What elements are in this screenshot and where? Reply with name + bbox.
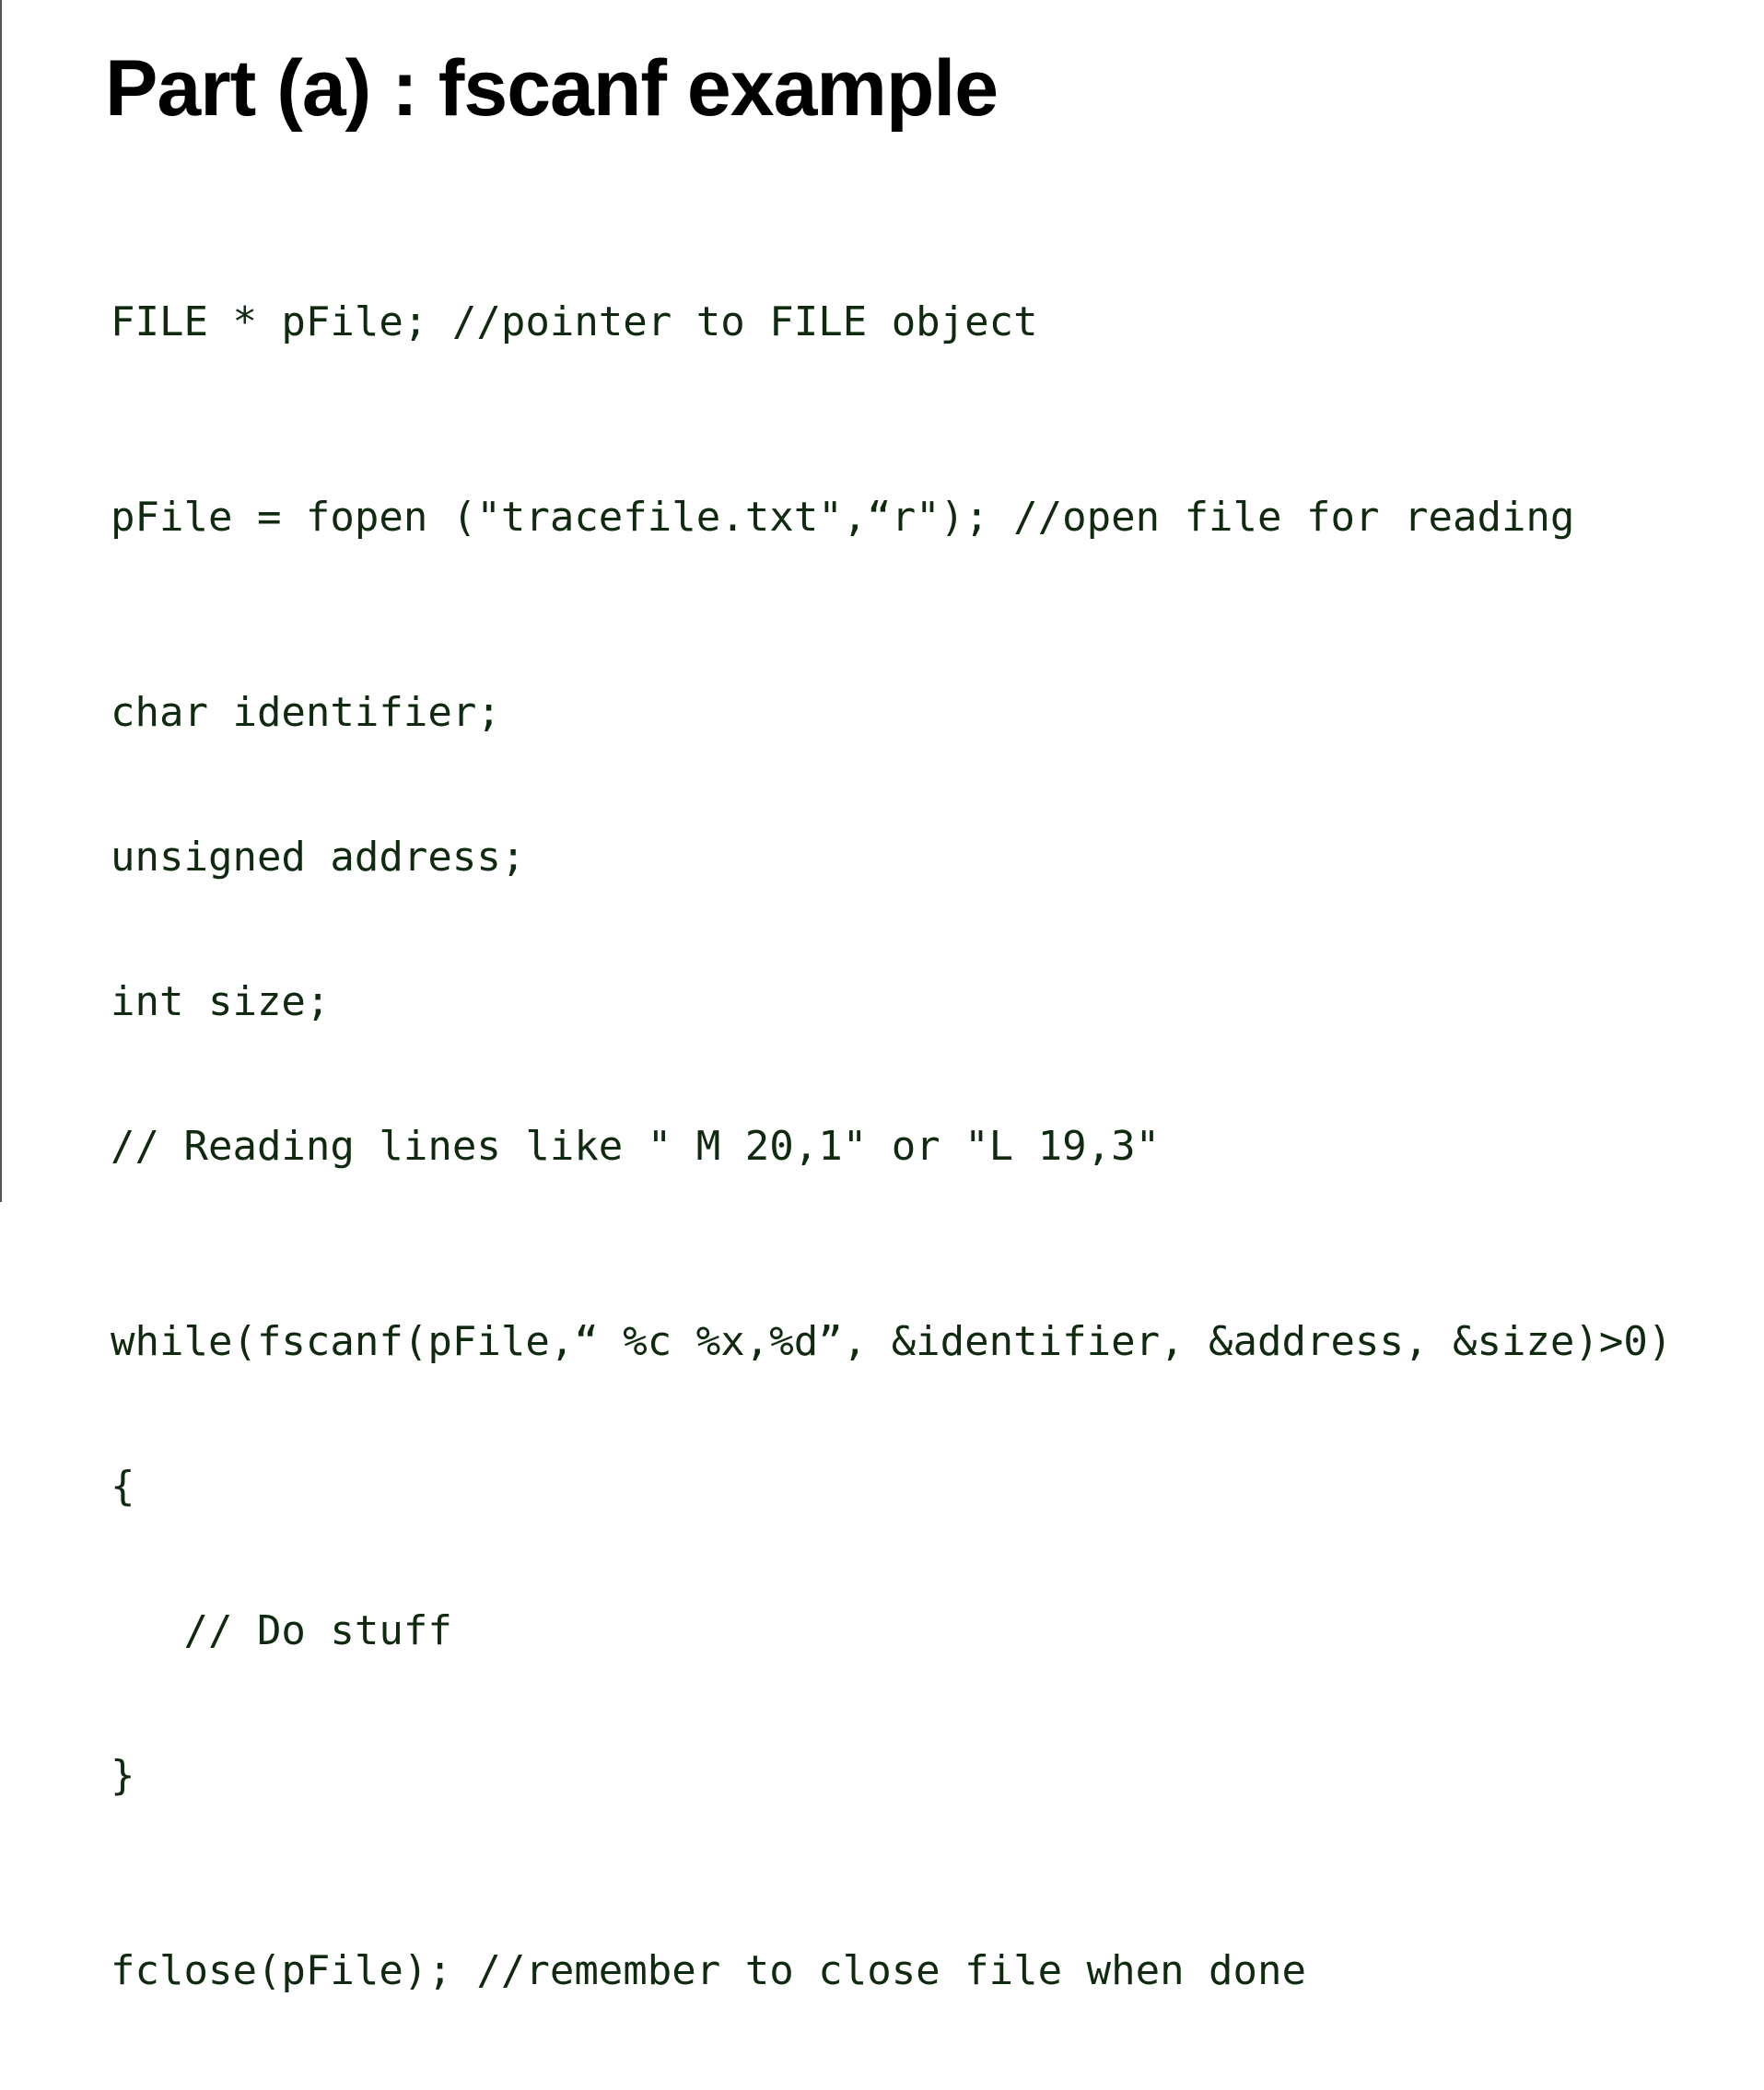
code-line-fopen: pFile = fopen ("tracefile.txt",“r"); //o… — [111, 494, 1575, 541]
code-line-comment-reading: // Reading lines like " M 20,1" or "L 19… — [111, 1123, 1161, 1170]
code-line-fclose: fclose(pFile); //remember to close file … — [111, 1947, 1307, 1994]
code-line-char-identifier: char identifier; — [111, 689, 501, 736]
code-line-int-size: int size; — [111, 978, 331, 1025]
code-line-close-brace: } — [111, 1752, 135, 1799]
code-line-open-brace: { — [111, 1463, 135, 1510]
slide: Part (a) : fscanf example FILE * pFile; … — [0, 0, 1764, 1994]
slide-title: Part (a) : fscanf example — [105, 44, 999, 133]
code-line-do-stuff: // Do stuff — [111, 1607, 452, 1654]
code-line-file-pointer: FILE * pFile; //pointer to FILE object — [111, 298, 1038, 345]
code-block: FILE * pFile; //pointer to FILE object p… — [111, 203, 1672, 2090]
code-line-unsigned-address: unsigned address; — [111, 834, 526, 881]
code-line-while-fscanf: while(fscanf(pFile,“ %c %x,%d”, &identif… — [111, 1318, 1673, 1365]
